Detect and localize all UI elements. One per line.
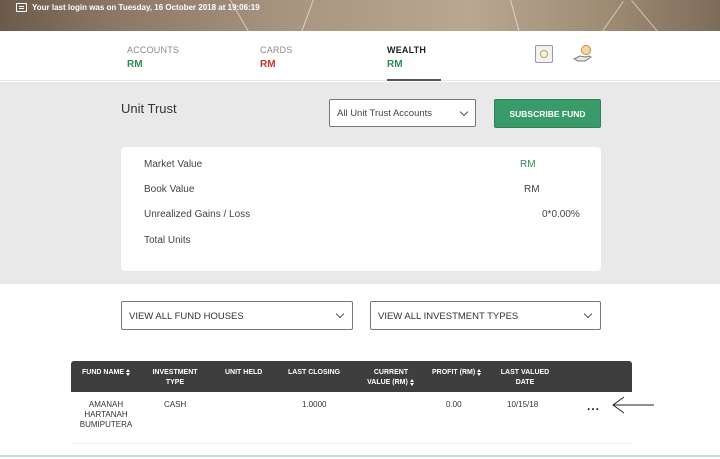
summary-card: Market Value RM Book Value RM Unrealized…	[121, 147, 601, 271]
cell-last-valued-date: 10/15/18	[507, 400, 539, 409]
cell-profit: 0.00	[446, 400, 462, 409]
book-value: RM	[524, 184, 540, 195]
cell-last-closing: 1.0000	[302, 400, 327, 409]
th-last-valued: LAST VALUED DATE	[497, 368, 553, 388]
last-login-text: Your last login was on Tuesday, 16 Octob…	[32, 3, 260, 12]
safe-icon[interactable]	[535, 45, 553, 63]
sort-icon[interactable]	[477, 368, 482, 376]
book-value-label: Book Value	[144, 184, 195, 195]
th-last-valued-line2: DATE	[515, 379, 535, 386]
chevron-down-icon	[459, 107, 469, 117]
account-select-value: All Unit Trust Accounts	[337, 108, 433, 119]
th-current-value[interactable]: CURRENT VALUE (RM)	[361, 368, 421, 388]
market-value-label: Market Value	[144, 159, 203, 170]
cell-investment-type: CASH	[164, 400, 187, 409]
unrealized-label: Unrealized Gains / Loss	[144, 209, 251, 220]
fund-name-line1: AMANAH	[88, 400, 124, 409]
th-investment-type-line2: TYPE	[165, 379, 185, 386]
total-units-label: Total Units	[144, 235, 191, 246]
tab-wealth-label: WEALTH	[387, 45, 427, 55]
th-investment-type: INVESTMENT TYPE	[149, 368, 201, 388]
investment-types-filter-value: VIEW ALL INVESTMENT TYPES	[378, 311, 519, 322]
fund-houses-filter[interactable]: VIEW ALL FUND HOUSES	[121, 301, 353, 330]
investment-types-filter[interactable]: VIEW ALL INVESTMENT TYPES	[370, 301, 601, 330]
cell-fund-name: AMANAH HARTANAH BUMIPUTERA	[75, 400, 137, 430]
top-banner: Your last login was on Tuesday, 16 Octob…	[0, 0, 720, 31]
arrow-left-icon	[612, 396, 654, 414]
row-more-options[interactable]: ...	[587, 399, 600, 413]
computer-icon	[16, 3, 27, 12]
tab-cards-label: CARDS	[260, 45, 293, 55]
fund-houses-filter-value: VIEW ALL FUND HOUSES	[129, 311, 244, 322]
sort-icon[interactable]	[126, 368, 131, 376]
money-hand-icon[interactable]	[572, 44, 594, 64]
top-nav: ACCOUNTS RM CARDS RM WEALTH RM	[0, 31, 720, 81]
th-profit[interactable]: PROFIT (RM)	[432, 368, 482, 378]
subscribe-fund-button[interactable]: SUBSCRIBE FUND	[494, 99, 601, 128]
page-title: Unit Trust	[121, 101, 177, 116]
th-last-valued-line1: LAST VALUED	[500, 369, 550, 376]
th-last-closing: LAST CLOSING	[288, 369, 341, 376]
tab-wealth-value: RM	[387, 59, 403, 70]
tab-accounts-label: ACCOUNTS	[127, 45, 180, 55]
footer-divider	[0, 455, 720, 457]
fund-name-line3: BUMIPUTERA	[79, 420, 133, 429]
th-investment-type-line1: INVESTMENT	[152, 369, 198, 376]
tab-cards-value: RM	[260, 59, 276, 70]
fund-name-line2: HARTANAH	[84, 410, 128, 419]
tab-accounts-value: RM	[127, 59, 143, 70]
table-header: FUND NAME INVESTMENT TYPE UNIT HELD LAST…	[71, 361, 632, 392]
th-current-value-line2: VALUE (RM)	[367, 379, 408, 386]
unrealized-value: 0*0.00%	[542, 209, 580, 220]
tab-accounts[interactable]: ACCOUNTS RM	[127, 45, 179, 70]
th-fund-name-label: FUND NAME	[82, 369, 124, 376]
chevron-down-icon	[335, 309, 345, 319]
th-unit-held: UNIT HELD	[225, 369, 263, 376]
table-row: AMANAH HARTANAH BUMIPUTERA CASH 1.0000 0…	[71, 392, 632, 444]
chevron-down-icon	[583, 309, 593, 319]
tab-wealth[interactable]: WEALTH RM	[387, 45, 441, 81]
market-value: RM	[520, 159, 536, 170]
account-select[interactable]: All Unit Trust Accounts	[329, 99, 476, 127]
th-profit-label: PROFIT (RM)	[432, 369, 476, 376]
sort-icon[interactable]	[409, 378, 415, 386]
th-current-value-line1: CURRENT	[373, 369, 409, 376]
th-fund-name[interactable]: FUND NAME	[82, 368, 131, 378]
tab-cards[interactable]: CARDS RM	[260, 45, 293, 70]
